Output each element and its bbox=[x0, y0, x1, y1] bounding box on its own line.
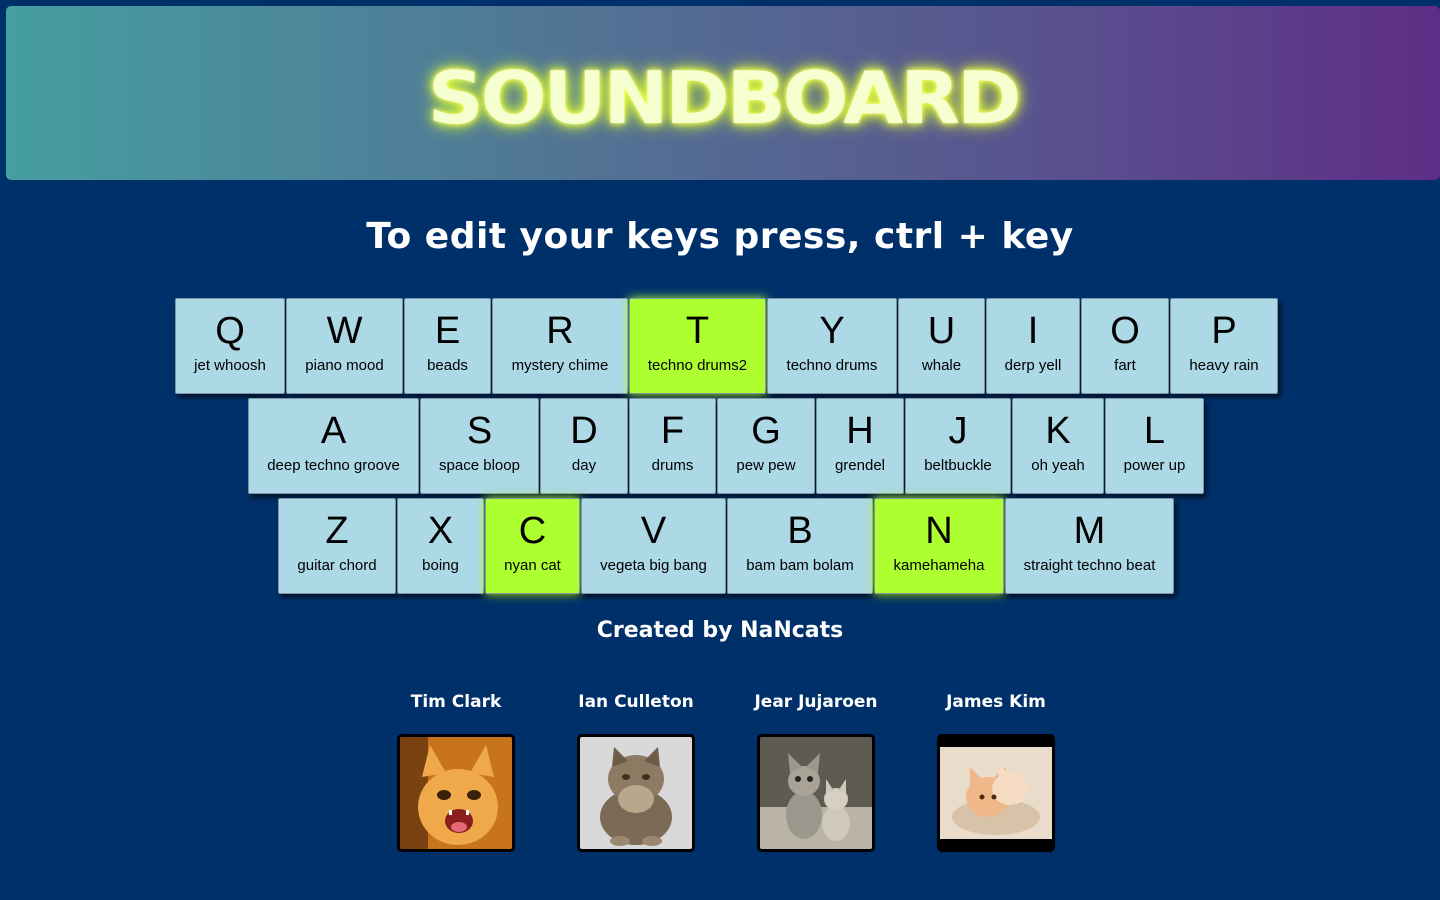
member-name: Tim Clark bbox=[410, 692, 502, 712]
key-m[interactable]: M straight techno beat bbox=[1005, 498, 1174, 594]
key-sound-label: oh yeah bbox=[1031, 457, 1085, 474]
key-y[interactable]: Y techno drums bbox=[767, 298, 897, 394]
key-g[interactable]: G pew pew bbox=[717, 398, 815, 494]
key-j[interactable]: J beltbuckle bbox=[905, 398, 1011, 494]
key-letter: G bbox=[751, 410, 781, 452]
key-sound-label: mystery chime bbox=[511, 357, 609, 374]
team-member: Ian Culleton bbox=[556, 688, 716, 852]
key-letter: A bbox=[320, 410, 347, 452]
key-v[interactable]: V vegeta big bang bbox=[581, 498, 726, 594]
key-sound-label: fart bbox=[1114, 357, 1136, 374]
key-letter: K bbox=[1045, 410, 1071, 452]
key-q[interactable]: Q jet whoosh bbox=[175, 298, 285, 394]
key-k[interactable]: K oh yeah bbox=[1012, 398, 1104, 494]
credits-heading: Created by NaNcats bbox=[596, 618, 844, 643]
kitten-photo bbox=[397, 734, 515, 852]
key-letter: R bbox=[546, 310, 574, 352]
key-sound-label: boing bbox=[422, 557, 459, 574]
team-member: James Kim bbox=[916, 688, 1076, 852]
key-letter: F bbox=[660, 410, 685, 452]
key-t[interactable]: T techno drums2 bbox=[629, 298, 766, 394]
key-letter: T bbox=[685, 310, 710, 352]
key-sound-label: jet whoosh bbox=[194, 357, 266, 374]
key-sound-label: beltbuckle bbox=[924, 457, 992, 474]
key-letter: P bbox=[1211, 310, 1237, 352]
key-letter: E bbox=[434, 310, 461, 352]
key-letter: N bbox=[925, 510, 953, 552]
key-letter: S bbox=[466, 410, 493, 452]
key-b[interactable]: B bam bam bolam bbox=[727, 498, 873, 594]
instructions-heading: To edit your keys press, ctrl + key bbox=[366, 216, 1074, 257]
kittens-photo bbox=[757, 734, 875, 852]
key-sound-label: beads bbox=[427, 357, 468, 374]
header-banner: SOUNDBOARD bbox=[6, 6, 1440, 180]
key-sound-label: power up bbox=[1123, 457, 1186, 474]
team-member: Tim Clark bbox=[376, 688, 536, 852]
key-sound-label: space bloop bbox=[439, 457, 520, 474]
fluffy-cat-photo bbox=[577, 734, 695, 852]
key-l[interactable]: L power up bbox=[1105, 398, 1204, 494]
key-letter: C bbox=[518, 510, 547, 552]
key-x[interactable]: X boing bbox=[397, 498, 484, 594]
key-sound-label: deep techno groove bbox=[267, 457, 400, 474]
key-letter: H bbox=[846, 410, 874, 452]
key-n[interactable]: N kamehameha bbox=[874, 498, 1004, 594]
key-c[interactable]: C nyan cat bbox=[485, 498, 580, 594]
team-member: Jear Jujaroen bbox=[736, 688, 896, 852]
key-letter: L bbox=[1143, 410, 1166, 452]
key-r[interactable]: R mystery chime bbox=[492, 298, 628, 394]
key-sound-label: piano mood bbox=[305, 357, 384, 374]
key-letter: O bbox=[1110, 310, 1140, 352]
key-sound-label: guitar chord bbox=[297, 557, 377, 574]
key-sound-label: whale bbox=[921, 357, 962, 374]
key-sound-label: bam bam bolam bbox=[746, 557, 854, 574]
key-sound-label: derp yell bbox=[1004, 357, 1062, 374]
key-letter: U bbox=[927, 310, 956, 352]
key-letter: V bbox=[640, 510, 667, 552]
key-letter: M bbox=[1073, 510, 1106, 552]
key-z[interactable]: Z guitar chord bbox=[278, 498, 396, 594]
key-letter: W bbox=[326, 310, 363, 352]
key-letter: J bbox=[948, 410, 968, 452]
key-s[interactable]: S space bloop bbox=[420, 398, 539, 494]
key-sound-label: drums bbox=[651, 457, 694, 474]
member-name: James Kim bbox=[946, 692, 1046, 712]
key-h[interactable]: H grendel bbox=[816, 398, 904, 494]
key-f[interactable]: F drums bbox=[629, 398, 716, 494]
key-sound-label: kamehameha bbox=[893, 557, 985, 574]
key-sound-label: vegeta big bang bbox=[600, 557, 707, 574]
key-sound-label: nyan cat bbox=[504, 557, 561, 574]
key-sound-label: pew pew bbox=[736, 457, 796, 474]
key-letter: I bbox=[1027, 310, 1039, 352]
key-u[interactable]: U whale bbox=[898, 298, 985, 394]
key-letter: B bbox=[787, 510, 813, 552]
key-sound-label: heavy rain bbox=[1189, 357, 1259, 374]
key-p[interactable]: P heavy rain bbox=[1170, 298, 1278, 394]
member-name: Ian Culleton bbox=[578, 692, 694, 712]
member-name: Jear Jujaroen bbox=[754, 692, 878, 712]
key-sound-label: grendel bbox=[834, 457, 886, 474]
key-letter: Y bbox=[819, 310, 845, 352]
key-sound-label: techno drums2 bbox=[647, 357, 748, 374]
key-letter: Z bbox=[325, 510, 349, 552]
key-e[interactable]: E beads bbox=[404, 298, 491, 394]
key-letter: X bbox=[427, 510, 454, 552]
key-sound-label: straight techno beat bbox=[1023, 557, 1156, 574]
key-letter: D bbox=[570, 410, 598, 452]
key-sound-label: day bbox=[571, 457, 597, 474]
key-a[interactable]: A deep techno groove bbox=[248, 398, 419, 494]
key-o[interactable]: O fart bbox=[1081, 298, 1169, 394]
key-i[interactable]: I derp yell bbox=[986, 298, 1080, 394]
key-letter: Q bbox=[215, 310, 245, 352]
key-w[interactable]: W piano mood bbox=[286, 298, 403, 394]
key-sound-label: techno drums bbox=[786, 357, 878, 374]
key-d[interactable]: D day bbox=[540, 398, 628, 494]
page-title: SOUNDBOARD bbox=[427, 56, 1022, 140]
kittens-hug-photo bbox=[937, 734, 1055, 852]
